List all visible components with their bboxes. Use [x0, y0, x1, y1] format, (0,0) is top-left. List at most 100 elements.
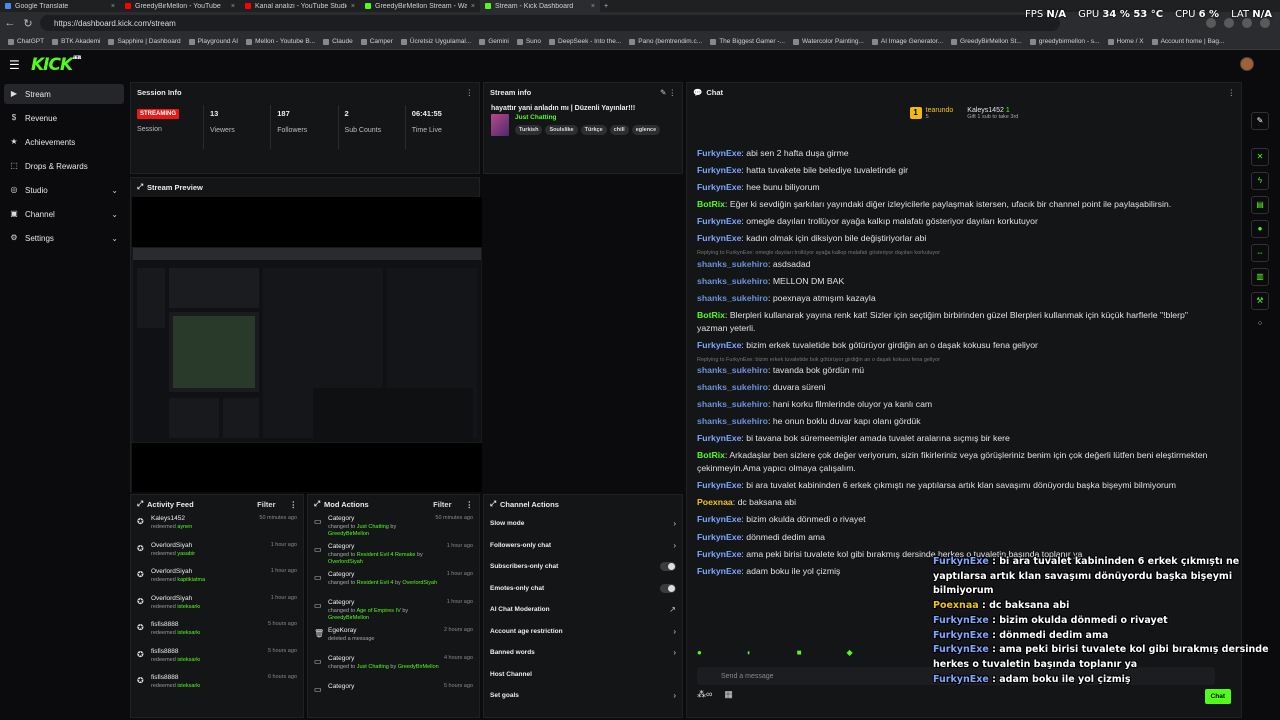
chat-username[interactable]: FurkynExe — [697, 182, 741, 192]
chat-bubble-icon[interactable]: ● — [1251, 220, 1269, 238]
chat-username[interactable]: FurkynExe — [697, 566, 741, 576]
browser-tab[interactable]: GreedyBirMellon Stream - Watch × — [360, 0, 480, 12]
bookmark-item[interactable]: GreedyBirMellon St... — [947, 38, 1026, 45]
chat-username[interactable]: BotRix — [697, 310, 725, 320]
tool-icon[interactable]: ✕ — [1251, 148, 1269, 166]
stream-tag[interactable]: eglence — [631, 125, 661, 135]
bookmark-item[interactable]: greedybirmellon - s... — [1026, 38, 1104, 45]
chat-username[interactable]: FurkynExe — [697, 480, 741, 490]
channel-action-slow-mode[interactable]: Slow mode › — [484, 513, 682, 535]
avatar[interactable] — [1240, 57, 1254, 71]
bookmark-item[interactable]: The Biggest Gamer -... — [706, 38, 789, 45]
bookmark-item[interactable]: DeepSeek - Into the... — [545, 38, 625, 45]
chat-username[interactable]: FurkynExe — [697, 433, 741, 443]
mod-category[interactable]: Age of Empires IV — [356, 608, 400, 614]
mod-category[interactable]: Just Chatting — [357, 524, 389, 530]
link-icon[interactable]: ⇔ — [1251, 244, 1269, 262]
close-icon[interactable]: × — [351, 3, 355, 10]
chat-username[interactable]: BotRix — [697, 450, 725, 460]
chat-username[interactable]: BotRix — [697, 199, 725, 209]
clipboard-icon[interactable]: ▤ — [1251, 196, 1269, 214]
mod-user[interactable]: OverlordSiyah — [328, 559, 363, 565]
browser-tab[interactable]: GreedyBirMellon - YouTube × — [120, 0, 240, 12]
bookmark-item[interactable]: Mellon - Youtube B... — [242, 38, 319, 45]
chat-username[interactable]: FurkynExe — [697, 532, 741, 542]
store-icon[interactable]: ▥ — [1251, 268, 1269, 286]
close-icon[interactable]: × — [231, 3, 235, 10]
chat-username[interactable]: shanks_sukehiro — [697, 382, 768, 392]
emote-icon[interactable]: ■ — [797, 648, 802, 657]
chat-username[interactable]: FurkynExe — [697, 165, 741, 175]
feed-user[interactable]: OverlordSiyah — [151, 568, 266, 575]
expand-icon[interactable]: ⤢ — [137, 182, 143, 192]
channel-action-set-goals[interactable]: Set goals › — [484, 685, 682, 707]
bookmark-item[interactable]: Pano (bemtrendim.c... — [625, 38, 706, 45]
mod-category[interactable]: Resident Evil 4 Remake — [357, 552, 416, 558]
toggle-switch[interactable] — [660, 562, 676, 572]
mod-user[interactable]: GreedyBirMellon — [398, 664, 439, 670]
expand-icon[interactable]: ⤢ — [490, 499, 496, 509]
reload-icon[interactable]: ↻ — [22, 17, 34, 30]
stream-tag[interactable]: Türkçe — [580, 125, 607, 135]
bookmark-item[interactable]: Suno — [513, 38, 545, 45]
channel-action-followers-only-chat[interactable]: Followers-only chat › — [484, 535, 682, 557]
sidebar-item-channel[interactable]: ▣ Channel ⌄ — [4, 204, 124, 224]
chat-username[interactable]: shanks_sukehiro — [697, 293, 768, 303]
feed-user[interactable]: Kaleys1452 — [151, 515, 254, 522]
sidebar-item-stream[interactable]: ▶ Stream — [4, 84, 124, 104]
chat-username[interactable]: FurkynExe — [697, 216, 741, 226]
browser-tab[interactable]: Kanal analizi - YouTube Studio × — [240, 0, 360, 12]
more-icon[interactable]: ⋮ — [466, 500, 474, 509]
feed-user[interactable]: OverlordSiyah — [151, 595, 266, 602]
emote-icon[interactable]: ◐ — [747, 648, 752, 657]
feed-user[interactable]: fisfis8888 — [151, 674, 263, 681]
lightning-icon[interactable]: ϟ — [1251, 172, 1269, 190]
wrench-icon[interactable]: ⚒ — [1251, 292, 1269, 310]
channel-action-emotes-only-chat[interactable]: Emotes-only chat — [484, 578, 682, 600]
channel-action-host-channel[interactable]: Host Channel — [484, 664, 682, 686]
channel-action-ai-chat-moderation[interactable]: AI Chat Moderation ↗ — [484, 599, 682, 621]
chat-username[interactable]: shanks_sukehiro — [697, 399, 768, 409]
stream-tag[interactable]: chill — [609, 125, 629, 135]
chat-username[interactable]: shanks_sukehiro — [697, 416, 768, 426]
mod-user[interactable]: GreedyBirMellon — [328, 615, 369, 621]
sidebar-item-drops-rewards[interactable]: ⬚ Drops & Rewards — [4, 156, 124, 176]
channel-action-banned-words[interactable]: Banned words › — [484, 642, 682, 664]
mod-filter-button[interactable]: Filter — [433, 500, 451, 509]
bookmark-item[interactable]: Watercolor Painting... — [789, 38, 868, 45]
url-field[interactable]: https://dashboard.kick.com/stream — [40, 15, 1060, 31]
browser-tab[interactable]: Stream - Kick Dashboard × — [480, 0, 600, 12]
chat-username[interactable]: shanks_sukehiro — [697, 259, 768, 269]
new-tab-button[interactable]: + — [600, 3, 612, 10]
stream-tag[interactable]: Soulslike — [545, 125, 578, 135]
close-icon[interactable]: × — [591, 3, 595, 10]
video-player[interactable] — [132, 197, 482, 492]
feed-user[interactable]: fisfis8888 — [151, 648, 263, 655]
more-icon[interactable]: ⋮ — [1228, 88, 1236, 97]
sidebar-item-achievements[interactable]: ★ Achievements — [4, 132, 124, 152]
calendar-icon[interactable]: ▦ — [724, 689, 733, 700]
chat-username[interactable]: shanks_sukehiro — [697, 365, 768, 375]
mod-user[interactable]: OverlordSiyah — [402, 580, 437, 586]
bookmark-item[interactable]: ChatGPT — [4, 38, 48, 45]
edit-icon[interactable]: ✎ — [1251, 112, 1269, 130]
emote-icon[interactable]: ● — [697, 648, 702, 657]
chat-username[interactable]: FurkynExe — [697, 233, 741, 243]
chat-username[interactable]: shanks_sukehiro — [697, 276, 768, 286]
gift-leader-user[interactable]: tearundo — [926, 107, 954, 114]
bookmark-item[interactable]: Sapphire | Dashboard — [104, 38, 184, 45]
chat-username[interactable]: Poexnaa — [697, 497, 733, 507]
chat-username[interactable]: FurkynExe — [697, 148, 741, 158]
kick-logo[interactable]: KICKBETA — [31, 55, 81, 75]
points-icon[interactable]: ⁂∞ — [697, 689, 712, 700]
bookmark-item[interactable]: Home / X — [1104, 38, 1148, 45]
expand-icon[interactable]: ⤢ — [137, 499, 143, 509]
bookmark-item[interactable]: AI Image Generator... — [868, 38, 947, 45]
stream-tag[interactable]: Turkish — [515, 125, 543, 135]
sidebar-item-studio[interactable]: ◎ Studio ⌄ — [4, 180, 124, 200]
close-icon[interactable]: × — [471, 3, 475, 10]
feed-user[interactable]: OverlordSiyah — [151, 542, 266, 549]
bookmark-item[interactable]: Camper — [357, 38, 397, 45]
mod-category[interactable]: Just Chatting — [357, 664, 389, 670]
toggle-switch[interactable] — [660, 583, 676, 593]
